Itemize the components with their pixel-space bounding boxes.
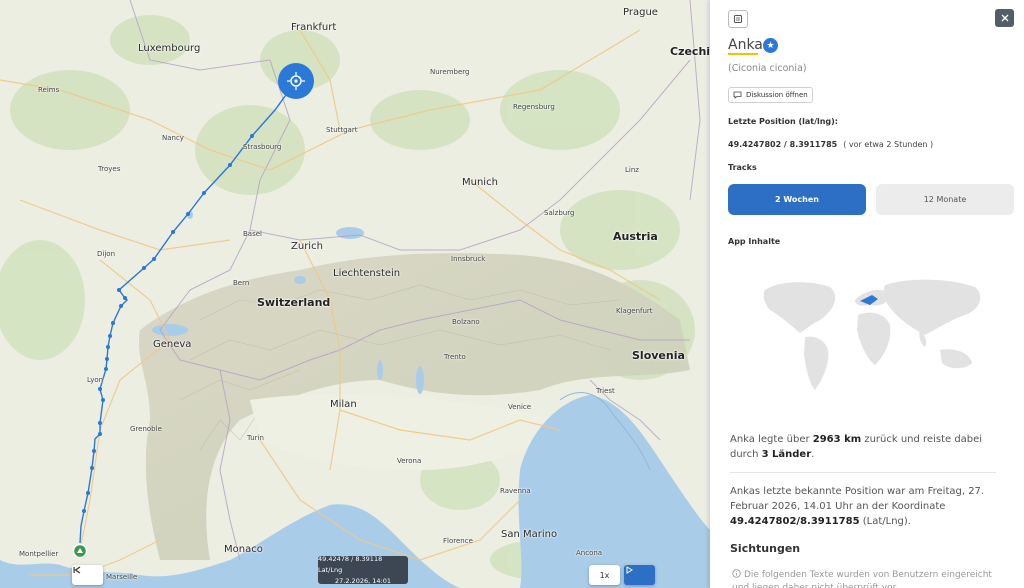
map-label-strasbourg: Strasbourg	[243, 143, 282, 151]
map-label-lyon: Lyon	[87, 376, 104, 384]
map-label-nuremberg: Nuremberg	[430, 68, 470, 76]
animal-name: Anka	[728, 37, 763, 55]
map-label-dijon: Dijon	[97, 250, 115, 258]
tooltip-time: 27.2.2026, 14:01	[335, 576, 391, 585]
stats-text-3: .	[811, 449, 815, 460]
play-icon	[626, 566, 633, 574]
map-label-san-marino: San Marino	[501, 529, 558, 540]
map-label-munich: Munich	[462, 177, 498, 188]
map-label-ancona: Ancona	[576, 549, 603, 557]
map-canvas[interactable]	[0, 0, 710, 588]
map-label-linz: Linz	[625, 166, 639, 174]
last-position-value: 49.4247802 / 8.3911785	[728, 140, 838, 149]
map-label-turin: Turin	[247, 434, 264, 442]
close-icon	[1001, 14, 1008, 22]
sightings-heading: Sichtungen	[730, 542, 801, 555]
animal-name-text: Anka	[728, 37, 763, 53]
map-label-montpellier: Montpellier	[19, 550, 59, 558]
open-discussion-button[interactable]: Diskussion öffnen	[728, 87, 813, 103]
last-known-position-text: Ankas letzte bekannte Position war am Fr…	[730, 484, 1000, 529]
map-label-grenoble: Grenoble	[130, 425, 162, 433]
stats-text-1: Anka legte über	[730, 434, 813, 445]
map-label-reims: Reims	[38, 86, 60, 94]
map-label-bolzano: Bolzano	[452, 318, 480, 326]
map-label-basel: Basel	[243, 230, 262, 238]
scientific-name: (Ciconia ciconia)	[728, 63, 807, 74]
world-map-thumbnail[interactable]	[760, 275, 990, 393]
stats-distance: 2963 km	[812, 434, 862, 445]
map-label-luxembourg: Luxembourg	[138, 43, 201, 54]
layout-icon-button[interactable]	[728, 10, 748, 28]
map-label-innsbruck: Innsbruck	[451, 255, 486, 263]
divider	[730, 472, 996, 473]
skip-back-button[interactable]	[72, 565, 103, 585]
map-label-stuttgart: Stuttgart	[326, 126, 358, 134]
last-known-coords: 49.4247802/8.3911785	[730, 516, 860, 527]
last-position-ago: ( vor etwa 2 Stunden )	[843, 140, 934, 149]
last-position-label: Letzte Position (lat/lng):	[728, 117, 839, 126]
map-label-troyes: Troyes	[98, 165, 121, 173]
map-label-verona: Verona	[397, 457, 422, 465]
start-position-marker[interactable]	[72, 543, 88, 559]
map-label-frankfurt: Frankfurt	[291, 22, 337, 33]
play-button[interactable]	[624, 565, 655, 585]
close-button[interactable]	[995, 9, 1014, 27]
tab-2-weeks[interactable]: 2 Wochen	[728, 184, 866, 215]
verified-star-icon: ★	[763, 38, 778, 53]
travel-stats: Anka legte über 2963 km zurück und reist…	[730, 432, 1000, 462]
map-label-regensburg: Regensburg	[513, 103, 555, 111]
speed-button[interactable]: 1x	[589, 565, 620, 585]
last-known-text-2: (Lat/Lng).	[859, 516, 911, 527]
skip-back-icon	[73, 566, 81, 574]
title-underline	[728, 53, 758, 55]
map-label-zurich: Zurich	[291, 241, 323, 252]
app-content-label: App Inhalte	[728, 237, 781, 246]
map-label-trieste: Triest	[596, 387, 615, 395]
map-label-klagenfurt: Klagenfurt	[616, 307, 653, 315]
map-label-austria: Austria	[613, 230, 658, 243]
map-label-switzerland: Switzerland	[257, 296, 331, 309]
map-label-venice: Venice	[508, 403, 532, 411]
map-label-marseille: Marseille	[106, 573, 138, 581]
sightings-note: Die folgenden Texte wurden von Benutzern…	[732, 569, 1007, 588]
last-position-row: 49.4247802 / 8.3911785 ( vor etwa 2 Stund…	[728, 140, 933, 149]
map-label-florence: Florence	[443, 537, 473, 545]
tracks-label: Tracks	[728, 163, 757, 172]
map-label-czechia: Czechia	[670, 45, 710, 58]
sightings-note-text: Die folgenden Texte wurden von Benutzern…	[732, 570, 992, 588]
layout-icon	[734, 15, 742, 23]
map-label-bern: Bern	[233, 279, 250, 287]
map-label-nancy: Nancy	[162, 134, 184, 142]
map-label-geneva: Geneva	[153, 339, 192, 350]
map-label-monaco: Monaco	[224, 544, 263, 555]
stats-countries: 3 Länder	[761, 449, 812, 460]
map-label-salzburg: Salzburg	[544, 209, 575, 217]
map-label-slovenia: Slovenia	[632, 349, 685, 362]
info-icon	[732, 569, 741, 578]
current-position-marker[interactable]	[278, 63, 314, 99]
tab-12-months[interactable]: 12 Monate	[876, 184, 1014, 215]
tooltip-coords: 49.42478 / 8.39118 Lat/Lng	[318, 554, 383, 574]
open-discussion-label: Diskussion öffnen	[746, 91, 808, 99]
animal-detail-panel: Anka ★ (Ciconia ciconia) Diskussion öffn…	[710, 0, 1024, 588]
map-label-liechtenstein: Liechtenstein	[333, 268, 401, 279]
map-view[interactable]: Frankfurt Prague Czechia Luxembourg Reim…	[0, 0, 710, 588]
map-label-prague: Prague	[623, 7, 658, 18]
map-label-trento: Trento	[444, 353, 466, 361]
map-label-milan: Milan	[330, 399, 357, 410]
chat-icon	[733, 91, 742, 99]
last-known-text-1: Ankas letzte bekannte Position war am Fr…	[730, 486, 985, 512]
map-label-ravenna: Ravenna	[500, 487, 531, 495]
position-tooltip: 49.42478 / 8.39118 Lat/Lng 27.2.2026, 14…	[318, 554, 408, 585]
